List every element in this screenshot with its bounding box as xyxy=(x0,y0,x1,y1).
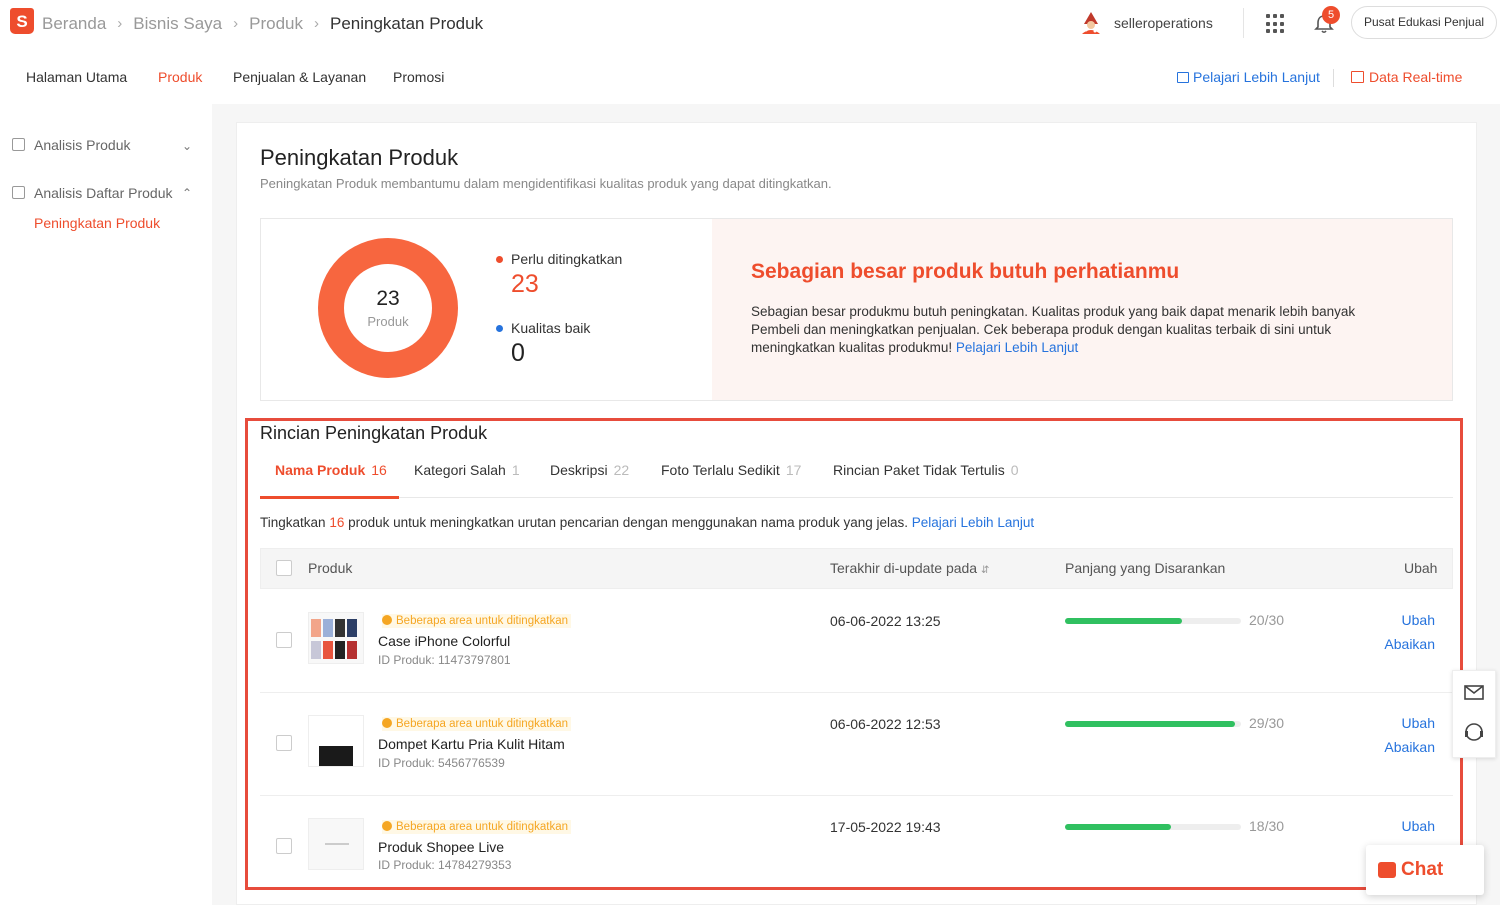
floating-toolbar xyxy=(1452,670,1496,758)
chevron-right-icon: › xyxy=(313,15,319,33)
module-nav: Halaman Utama Produk Penjualan & Layanan… xyxy=(0,56,1500,102)
attention-learn-more-link[interactable]: Pelajari Lebih Lanjut xyxy=(956,340,1078,355)
sidebar-item-peningkatan-produk[interactable]: Peningkatan Produk xyxy=(34,215,160,231)
chat-button[interactable]: Chat xyxy=(1366,845,1484,895)
mail-icon[interactable] xyxy=(1463,681,1485,703)
divider xyxy=(1333,69,1334,87)
list-icon xyxy=(12,186,25,199)
page-title: Peningkatan Produk xyxy=(260,145,459,170)
sidebar-item-label: Analisis Daftar Produk xyxy=(34,185,173,201)
learn-more-link[interactable]: Pelajari Lebih Lanjut xyxy=(1177,69,1320,85)
username[interactable]: selleroperations xyxy=(1114,15,1213,31)
document-icon xyxy=(12,138,25,151)
tab-penjualan-layanan[interactable]: Penjualan & Layanan xyxy=(233,69,366,85)
legend-dot-needs-improvement xyxy=(496,256,503,263)
breadcrumb: Beranda › Bisnis Saya › Produk › Peningkatan P… xyxy=(42,13,483,34)
book-icon xyxy=(1177,72,1189,83)
legend-value-good-quality: 0 xyxy=(511,339,525,367)
chevron-right-icon: › xyxy=(233,15,239,33)
legend-dot-good-quality xyxy=(496,325,503,332)
attention-text: Sebagian besar produkmu butuh peningkata… xyxy=(751,303,1391,357)
breadcrumb-bisnis-saya[interactable]: Bisnis Saya xyxy=(133,14,222,34)
tab-halaman-utama[interactable]: Halaman Utama xyxy=(26,69,127,85)
sidebar-item-label: Analisis Produk xyxy=(34,137,131,153)
chevron-right-icon: › xyxy=(117,15,123,33)
chat-label: Chat xyxy=(1401,859,1444,880)
divider xyxy=(1243,8,1244,38)
chevron-down-icon[interactable]: ⌄ xyxy=(182,139,192,153)
donut-label: Produk xyxy=(367,314,409,329)
realtime-data-label: Data Real-time xyxy=(1369,69,1463,85)
top-bar: S Beranda › Bisnis Saya › Produk › Peningkatan… xyxy=(0,0,1500,48)
learn-more-label: Pelajari Lebih Lanjut xyxy=(1193,69,1320,85)
attention-title: Sebagian besar produk butuh perhatianmu xyxy=(751,260,1180,283)
tab-produk[interactable]: Produk xyxy=(158,69,202,85)
avatar[interactable] xyxy=(1078,10,1104,36)
sidebar-item-analisis-daftar-produk[interactable]: Analisis Daftar Produk xyxy=(12,185,173,201)
headset-icon[interactable] xyxy=(1463,721,1485,743)
tab-promosi[interactable]: Promosi xyxy=(393,69,444,85)
realtime-data-link[interactable]: Data Real-time xyxy=(1351,69,1462,85)
donut-total: 23 xyxy=(376,287,400,310)
breadcrumb-beranda[interactable]: Beranda xyxy=(42,14,106,34)
chat-icon xyxy=(1378,862,1396,878)
page-description: Peningkatan Produk membantumu dalam meng… xyxy=(260,176,832,191)
highlight-frame xyxy=(245,418,1463,890)
legend-value-needs-improvement: 23 xyxy=(511,270,539,298)
seller-education-button[interactable]: Pusat Edukasi Penjual xyxy=(1351,6,1497,39)
chart-icon xyxy=(1351,71,1364,83)
legend-label-needs-improvement: Perlu ditingkatkan xyxy=(511,251,623,267)
chevron-up-icon[interactable]: ⌃ xyxy=(182,186,192,200)
notification-badge: 5 xyxy=(1322,6,1340,24)
breadcrumb-current: Peningkatan Produk xyxy=(329,13,484,33)
shopee-logo-icon[interactable]: S xyxy=(10,8,34,34)
apps-grid-icon[interactable] xyxy=(1266,14,1286,34)
sidebar-item-analisis-produk[interactable]: Analisis Produk xyxy=(12,137,131,153)
legend-label-good-quality: Kualitas baik xyxy=(511,320,591,336)
breadcrumb-produk[interactable]: Produk xyxy=(249,14,303,34)
